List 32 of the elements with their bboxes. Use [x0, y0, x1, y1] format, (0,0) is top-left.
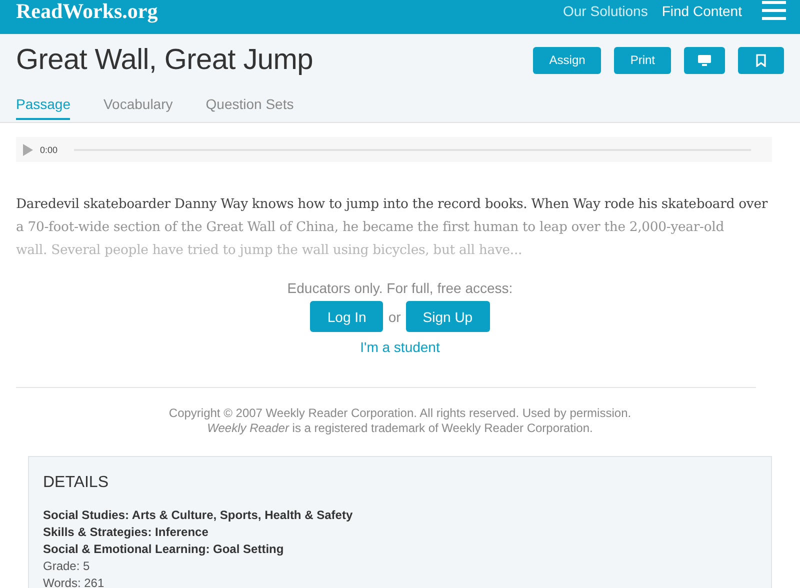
access-prompt: Educators only. For full, free access:: [287, 280, 513, 296]
nav-link[interactable]: Find Content: [662, 3, 742, 19]
projector-button[interactable]: [684, 46, 725, 74]
copyright-text: Copyright © 2007 Weekly Reader Corporation. All rights reserved. Used by permission.: [168, 406, 632, 421]
signup-button[interactable]: Sign Up: [406, 301, 490, 332]
tab[interactable]: Question Sets: [206, 96, 294, 120]
detail-text: Social & Emotional Learning: Goal Setting: [43, 541, 285, 558]
detail-text: Skills & Strategies: Inference: [43, 524, 210, 541]
action-button[interactable]: Assign: [533, 46, 602, 74]
logo[interactable]: ReadWorks.org: [16, 0, 158, 24]
detail-text: Grade: 5: [43, 558, 91, 575]
detail-text: Words: 261: [43, 575, 106, 588]
passage-text: wall. Several people have tried to jump the wall using bicycles, but all have...: [16, 242, 524, 260]
student-link[interactable]: I'm a student: [360, 339, 440, 355]
nav-link[interactable]: Our Solutions: [563, 3, 648, 19]
passage-text: Daredevil skateboarder Danny Way knows how to jump into the record books. When Way rode his skateboard over: [16, 196, 769, 214]
copyright-text: Weekly Reader is a registered trademark of Weekly Reader Corporation.: [206, 421, 594, 436]
monitor-icon: [698, 54, 711, 66]
detail-text: Social Studies: Arts & Culture, Sports, Health & Safety: [43, 507, 354, 524]
action-button[interactable]: Print: [614, 46, 671, 74]
page-title: Great Wall, Great Jump: [16, 44, 313, 76]
play-icon[interactable]: [23, 144, 33, 156]
details-heading: DETAILS: [43, 474, 110, 492]
menu-icon[interactable]: [762, 1, 786, 21]
tab[interactable]: Vocabulary: [103, 96, 173, 120]
passage-text: a 70-foot-wide section of the Great Wall of China, he became the first human to leap over the 2,000-year-old: [16, 219, 725, 237]
bookmark-icon: [756, 54, 766, 66]
bookmark-button[interactable]: [738, 46, 784, 74]
login-button[interactable]: Log In: [310, 301, 384, 332]
audio-time: 0:00: [40, 144, 58, 154]
tab[interactable]: Passage: [16, 96, 70, 120]
or-text: or: [388, 308, 401, 324]
